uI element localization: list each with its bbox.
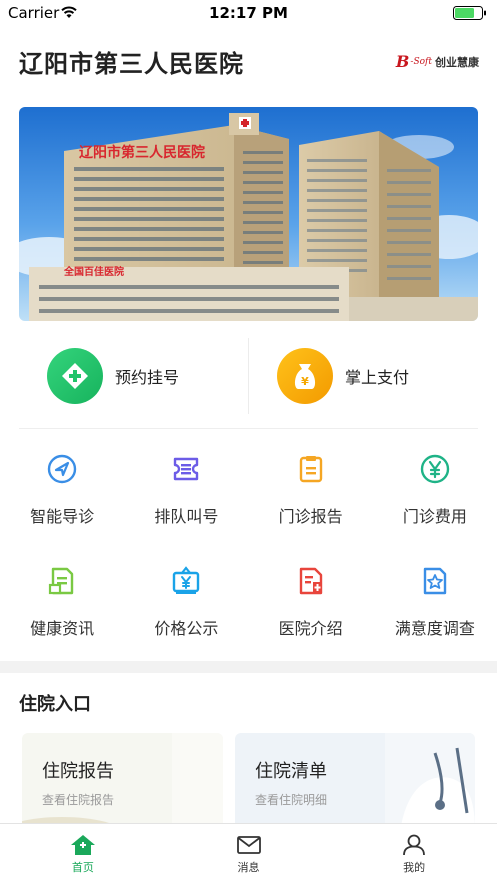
home-icon	[70, 835, 95, 855]
tab-home-label: 首页	[71, 861, 94, 874]
grid-label: 智能导诊	[30, 507, 95, 526]
queue-call-button[interactable]: 排队叫号	[124, 440, 248, 552]
mobile-payment-label: 掌上支付	[345, 368, 410, 387]
health-news-button[interactable]: 健康资讯	[0, 552, 124, 664]
appointment-button[interactable]: 预约挂号	[19, 338, 248, 414]
clipboard-icon	[294, 452, 328, 486]
battery-icon	[453, 6, 486, 20]
page-title: 辽阳市第三人民医院	[19, 50, 244, 78]
status-bar: Carrier 12:17 PM	[0, 0, 497, 26]
function-grid: 智能导诊 排队叫号 门诊报告 门诊费用 健康资讯 价格公示 医院介绍 满意度调查	[0, 440, 497, 664]
ticket-icon	[169, 452, 203, 486]
grid-label: 门诊报告	[278, 507, 343, 526]
mobile-payment-button[interactable]: ¥ 掌上支付	[249, 338, 478, 414]
inpatient-report-title: 住院报告	[42, 761, 114, 782]
mail-icon	[236, 836, 261, 854]
plus-cross-icon	[47, 348, 103, 404]
main-actions: 预约挂号 ¥ 掌上支付	[19, 338, 478, 414]
yuan-coin-icon	[418, 452, 452, 486]
doctor-image	[385, 733, 475, 833]
banner-sign-top: 辽阳市第三人民医院	[79, 144, 205, 161]
price-notice-button[interactable]: 价格公示	[124, 552, 248, 664]
user-icon	[403, 834, 426, 856]
tab-messages[interactable]: 消息	[166, 824, 332, 883]
news-icon	[45, 564, 79, 598]
inpatient-section-title: 住院入口	[19, 694, 91, 715]
inpatient-list-subtitle: 查看住院明细	[255, 793, 328, 807]
divider	[19, 428, 478, 429]
grid-label: 门诊费用	[402, 507, 467, 526]
grid-label: 满意度调查	[394, 619, 475, 638]
price-board-icon	[169, 564, 203, 598]
inpatient-list-title: 住院清单	[255, 761, 327, 782]
brand-logo-soft: -Soft	[410, 56, 432, 67]
brand-logo: B -Soft 创业慧康	[396, 52, 479, 71]
clock: 12:17 PM	[209, 4, 288, 22]
tab-bar: 首页 消息 我的	[0, 823, 497, 883]
tab-profile[interactable]: 我的	[331, 824, 497, 883]
tab-home[interactable]: 首页	[0, 824, 166, 883]
tab-messages-label: 消息	[237, 861, 260, 874]
section-separator	[0, 661, 497, 673]
brand-logo-b: B	[395, 52, 410, 71]
star-document-icon	[418, 564, 452, 598]
banner-sign-bottom: 全国百佳医院	[63, 265, 124, 278]
smart-triage-button[interactable]: 智能导诊	[0, 440, 124, 552]
tab-profile-label: 我的	[403, 861, 426, 874]
compass-icon	[45, 452, 79, 486]
money-bag-icon: ¥	[277, 348, 333, 404]
grid-label: 健康资讯	[30, 619, 95, 638]
hospital-intro-button[interactable]: 医院介绍	[249, 552, 373, 664]
inpatient-report-subtitle: 查看住院报告	[42, 793, 115, 807]
hospital-building-image: 辽阳市第三人民医院 全国百佳医院	[19, 107, 478, 321]
grid-label: 排队叫号	[154, 507, 219, 526]
brand-logo-cn: 创业慧康	[435, 55, 479, 69]
appointment-label: 预约挂号	[115, 368, 180, 387]
outpatient-fee-button[interactable]: 门诊费用	[373, 440, 497, 552]
inpatient-list-card[interactable]: 住院清单 查看住院明细	[235, 733, 475, 833]
hospital-banner[interactable]: 辽阳市第三人民医院 全国百佳医院	[19, 107, 478, 321]
svg-text:¥: ¥	[301, 375, 309, 388]
outpatient-report-button[interactable]: 门诊报告	[249, 440, 373, 552]
grid-label: 医院介绍	[278, 619, 343, 638]
satisfaction-survey-button[interactable]: 满意度调查	[373, 552, 497, 664]
card-background-image	[22, 733, 223, 833]
hospital-card-icon	[294, 564, 328, 598]
grid-label: 价格公示	[154, 619, 219, 638]
inpatient-report-card[interactable]: 住院报告 查看住院报告	[22, 733, 223, 833]
